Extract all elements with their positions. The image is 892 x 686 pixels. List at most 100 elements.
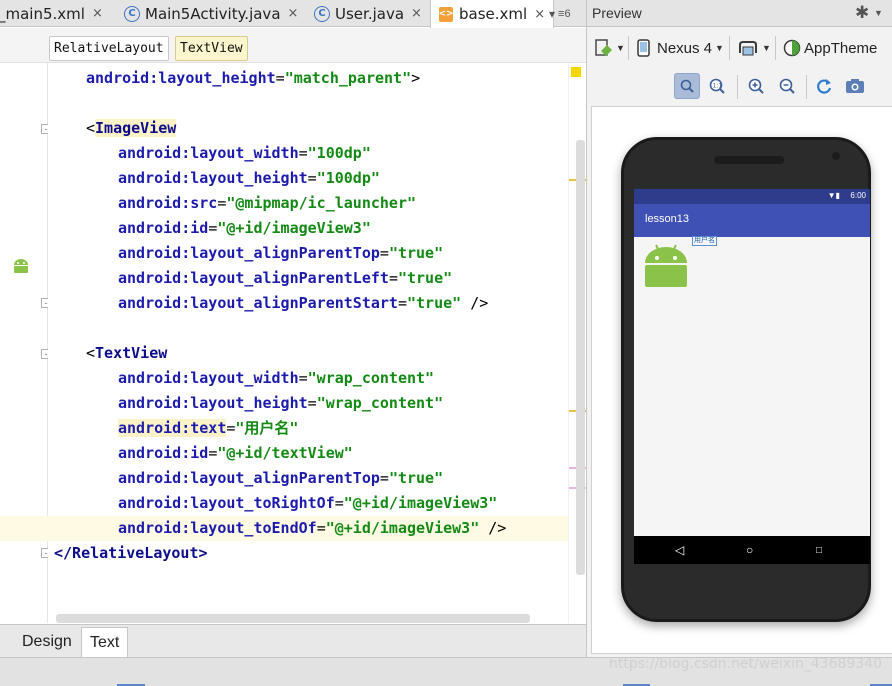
code-line: android:layout_alignParentTop="true" — [118, 469, 444, 487]
camera-icon — [846, 79, 864, 93]
gear-icon[interactable]: ✱ — [855, 3, 869, 23]
theme-icon — [783, 39, 801, 57]
preview-panel: Preview ✱ ▼ ▼ Nexus 4 ▼ ▼ AppTheme 1:1 ▼… — [586, 0, 892, 657]
recents-icon[interactable]: □ — [816, 544, 822, 558]
code-line: android:layout_width="wrap_content" — [118, 369, 435, 387]
zoom-in-icon — [748, 78, 764, 94]
tab-label: _main5.xml — [0, 4, 85, 23]
zoom-fit-icon — [680, 79, 694, 93]
device-frame: ▼▮ 6:00 lesson13 用户名 ◁ ○ □ — [621, 137, 871, 622]
close-icon[interactable]: × — [411, 6, 422, 21]
tab-overflow-menu[interactable]: ▾ ≡6 — [549, 0, 571, 27]
code-line: android:layout_width="100dp" — [118, 144, 371, 162]
device-name: Nexus 4 — [657, 39, 713, 57]
warning-marker[interactable] — [571, 67, 581, 77]
java-class-icon: C — [124, 5, 140, 22]
ic-launcher-icon[interactable] — [641, 239, 691, 289]
code-line: android:layout_alignParentLeft="true" — [118, 269, 453, 287]
orientation-button[interactable]: ▼ — [737, 36, 771, 60]
textview-username[interactable]: 用户名 — [692, 236, 717, 246]
refresh-button[interactable] — [811, 73, 837, 99]
code-line: android:id="@+id/imageView3" — [118, 219, 371, 237]
breadcrumb-item-relativelayout[interactable]: RelativeLayout — [49, 36, 169, 61]
code-line: android:layout_alignParentTop="true" — [118, 244, 444, 262]
screenshot-button[interactable] — [842, 73, 868, 99]
refresh-icon — [817, 79, 832, 94]
signal-battery-icon: ▼▮ — [827, 191, 840, 200]
preview-toolbar: ▼ Nexus 4 ▼ ▼ AppTheme — [587, 28, 892, 66]
android-icon — [14, 259, 28, 273]
preview-zoom-toolbar: 1:1 — [587, 66, 892, 106]
android-status-bar: ▼▮ 6:00 — [634, 189, 870, 204]
horizontal-scrollbar[interactable] — [56, 614, 530, 623]
front-camera — [832, 152, 840, 160]
home-icon[interactable]: ○ — [746, 543, 753, 557]
code-line: android:text="用户名" — [118, 419, 299, 437]
close-icon[interactable]: × — [288, 6, 299, 21]
theme-selector[interactable]: AppTheme — [783, 36, 877, 60]
code-line-current: android:layout_toEndOf="@+id/imageView3"… — [0, 516, 576, 541]
code-line: android:layout_height="100dp" — [118, 169, 380, 187]
code-line: android:layout_alignParentStart="true" /… — [118, 294, 489, 312]
chevron-down-icon[interactable]: ▼ — [874, 8, 883, 18]
tab-main5-xml[interactable]: _main5.xml × — [0, 0, 103, 27]
close-icon[interactable]: × — [534, 7, 545, 22]
preview-canvas[interactable]: ▼▮ 6:00 lesson13 用户名 ◁ ○ □ — [591, 106, 892, 654]
preview-header: Preview ✱ ▼ — [587, 0, 892, 27]
code-line: android:layout_toRightOf="@+id/imageView… — [118, 494, 498, 512]
device-config-button[interactable]: ▼ — [593, 36, 625, 60]
code-line: android:id="@+id/textView" — [118, 444, 353, 462]
close-icon[interactable]: × — [92, 6, 103, 21]
watermark-text: https://blog.csdn.net/weixin_43689340 — [609, 656, 883, 672]
code-line: <TextView — [86, 344, 168, 362]
tab-base-xml[interactable]: <> base.xml × — [430, 0, 555, 28]
toolbar-separator — [729, 36, 730, 60]
theme-name: AppTheme — [804, 39, 878, 57]
app-title: lesson13 — [645, 213, 690, 225]
code-line: android:src="@mipmap/ic_launcher" — [118, 194, 417, 212]
toolbar-separator — [628, 36, 629, 60]
breadcrumb-item-textview[interactable]: TextView — [175, 36, 248, 61]
svg-text:1:1: 1:1 — [713, 83, 723, 90]
zoom-actual-button[interactable]: 1:1 — [704, 73, 730, 99]
zoom-actual-size-button[interactable] — [674, 73, 700, 99]
editor-tab-bar: _main5.xml × C Main5Activity.java × C Us… — [0, 0, 586, 28]
tab-text[interactable]: Text — [81, 627, 129, 657]
breadcrumb: RelativeLayout TextView — [0, 28, 586, 63]
tab-main5activity-java[interactable]: C Main5Activity.java × — [124, 0, 298, 27]
rotate-icon — [739, 41, 757, 56]
tab-design[interactable]: Design — [14, 627, 80, 657]
vertical-scrollbar[interactable] — [576, 140, 585, 575]
toolbar-separator — [737, 75, 738, 99]
status-time: 6:00 — [850, 191, 866, 200]
tab-label: base.xml — [459, 5, 528, 23]
tab-label: Main5Activity.java — [145, 4, 281, 23]
zoom-out-button[interactable] — [774, 73, 800, 99]
speaker-grille — [714, 156, 784, 164]
code-editor: _main5.xml × C Main5Activity.java × C Us… — [0, 0, 587, 686]
toolbar-separator — [775, 36, 776, 60]
tab-user-java[interactable]: C User.java × — [314, 0, 422, 27]
device-selector[interactable]: Nexus 4 ▼ — [636, 36, 724, 60]
xml-file-icon: <> — [438, 6, 454, 22]
preview-title: Preview — [592, 5, 642, 21]
java-class-icon: C — [314, 5, 330, 22]
code-line: </RelativeLayout> — [54, 544, 208, 562]
phone-icon — [637, 39, 650, 57]
device-screen: ▼▮ 6:00 lesson13 用户名 ◁ ○ □ — [634, 189, 870, 564]
zoom-out-icon — [779, 78, 795, 94]
code-line: <ImageView — [86, 119, 177, 137]
chevron-down-icon: ▼ — [762, 43, 771, 53]
android-nav-bar: ◁ ○ □ — [634, 536, 870, 564]
code-line: android:layout_height="match_parent"> — [86, 69, 421, 87]
code-area[interactable]: android:layout_height="match_parent"> <I… — [0, 63, 576, 623]
back-icon[interactable]: ◁ — [675, 543, 684, 557]
toolbar-separator — [806, 75, 807, 99]
chevron-down-icon: ▾ — [549, 6, 556, 21]
zoom-in-button[interactable] — [743, 73, 769, 99]
app-bar: lesson13 — [634, 204, 870, 237]
tab-label: User.java — [335, 4, 405, 23]
tab-overflow-count: ≡6 — [558, 7, 571, 20]
chevron-down-icon: ▼ — [616, 43, 625, 53]
chevron-down-icon: ▼ — [715, 43, 724, 53]
